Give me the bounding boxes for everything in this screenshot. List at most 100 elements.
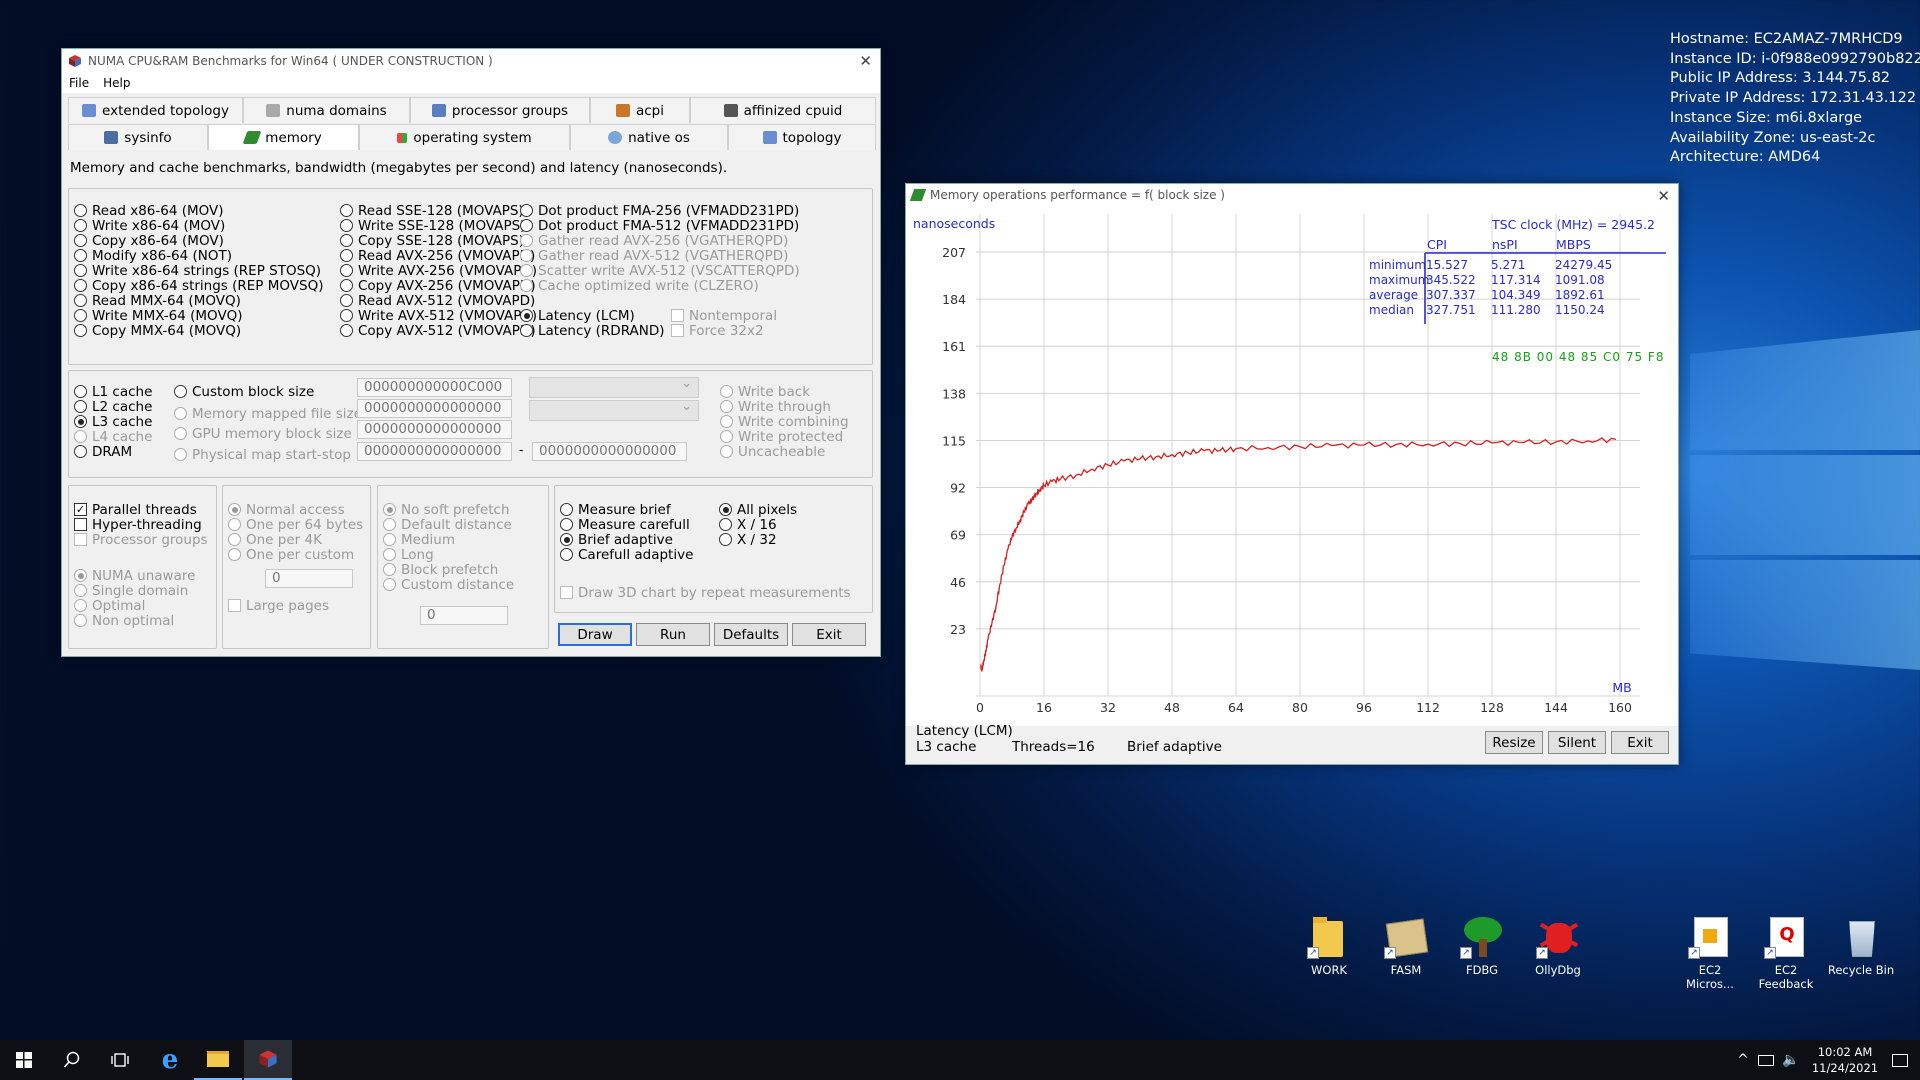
radio-button[interactable] <box>74 219 87 232</box>
desktop-icon-ollydbg[interactable]: ↗ OllyDbg <box>1523 915 1593 977</box>
desktop-icon-ec2-micros[interactable]: ↗ EC2 Micros... <box>1675 915 1745 991</box>
write-mode-option[interactable]: Uncacheable <box>720 443 825 460</box>
prefetch-option[interactable]: Custom distance <box>383 576 514 593</box>
desktop-icon-fdbg[interactable]: ↗ FDBG <box>1447 915 1517 977</box>
radio-button[interactable] <box>520 249 533 262</box>
radio-button[interactable] <box>228 503 241 516</box>
block-size-field[interactable]: 0000000000000000 <box>357 420 512 439</box>
radio-button[interactable] <box>340 219 353 232</box>
radio-button[interactable] <box>228 533 241 546</box>
checkbox[interactable] <box>671 309 684 322</box>
taskbar-internet-explorer[interactable]: e <box>146 1040 194 1080</box>
radio-button[interactable] <box>74 584 87 597</box>
radio-button[interactable] <box>719 518 732 531</box>
volume-control[interactable]: 🔈 <box>1780 1040 1802 1080</box>
exit-button[interactable]: Exit <box>792 623 866 646</box>
radio-button[interactable] <box>383 563 396 576</box>
radio-button[interactable] <box>74 385 87 398</box>
radio-button[interactable] <box>74 234 87 247</box>
radio-button[interactable] <box>74 309 87 322</box>
block-option[interactable]: Memory mapped file size <box>174 405 362 422</box>
radio-button[interactable] <box>520 234 533 247</box>
network-status[interactable] <box>1754 1040 1778 1080</box>
radio-button[interactable] <box>719 533 732 546</box>
radio-button[interactable] <box>560 503 573 516</box>
radio-button[interactable] <box>560 533 573 546</box>
op-option[interactable]: Copy MMX-64 (MOVQ) <box>74 322 241 339</box>
radio-button[interactable] <box>383 533 396 546</box>
radio-button[interactable] <box>520 264 533 277</box>
draw-3d-checkbox[interactable]: Draw 3D chart by repeat measurements <box>560 584 851 601</box>
block-size-field[interactable]: 0000000000000000 <box>357 399 512 418</box>
menu-file[interactable]: File <box>69 76 89 90</box>
tab-numa-domains[interactable]: numa domains <box>243 97 410 123</box>
radio-button[interactable] <box>340 249 353 262</box>
radio-button[interactable] <box>383 518 396 531</box>
radio-button[interactable] <box>520 324 533 337</box>
radio-button[interactable] <box>383 578 396 591</box>
block-combo-1[interactable] <box>529 376 699 398</box>
op-option[interactable]: Copy AVX-512 (VMOVAPD) <box>340 322 536 339</box>
radio-button[interactable] <box>383 503 396 516</box>
radio-button[interactable] <box>340 279 353 292</box>
radio-button[interactable] <box>520 219 533 232</box>
radio-button[interactable] <box>520 309 533 322</box>
desktop-icon-fasm[interactable]: ↗ FASM <box>1371 915 1441 977</box>
radio-button[interactable] <box>228 518 241 531</box>
desktop-icon-work[interactable]: ↗ WORK <box>1294 915 1364 977</box>
radio-button[interactable] <box>340 294 353 307</box>
checkbox[interactable] <box>74 518 87 531</box>
desktop-icon-recycle-bin[interactable]: Recycle Bin <box>1826 915 1896 977</box>
defaults-button[interactable]: Defaults <box>714 623 788 646</box>
op-option[interactable]: Cache optimized write (CLZERO) <box>520 277 759 294</box>
large-pages-checkbox[interactable]: Large pages <box>228 597 329 614</box>
radio-button[interactable] <box>74 614 87 627</box>
checkbox[interactable] <box>228 599 241 612</box>
checkbox[interactable] <box>671 324 684 337</box>
checkbox[interactable]: ✓ <box>74 503 87 516</box>
checkbox[interactable] <box>74 533 87 546</box>
radio-button[interactable] <box>174 407 187 420</box>
block-size-field[interactable]: 0000000000000000 <box>357 442 512 461</box>
radio-button[interactable] <box>560 518 573 531</box>
tab-memory[interactable]: memory <box>208 124 359 150</box>
resize-button[interactable]: Resize <box>1485 731 1543 754</box>
radio-button[interactable] <box>74 249 87 262</box>
radio-button[interactable] <box>720 430 733 443</box>
notification-center[interactable] <box>1880 1040 1920 1080</box>
processor-groups-checkbox[interactable]: Processor groups <box>74 531 208 548</box>
measure-option[interactable]: Carefull adaptive <box>560 546 693 563</box>
numa-option[interactable]: Non optimal <box>74 612 174 629</box>
access-custom-field[interactable]: 0 <box>265 569 353 588</box>
radio-button[interactable] <box>383 548 396 561</box>
radio-button[interactable] <box>174 385 187 398</box>
desktop-icon-ec2-feedback[interactable]: Q ↗ EC2 Feedback <box>1751 915 1821 991</box>
chart-titlebar[interactable]: Memory operations performance = f( block… <box>906 184 1678 206</box>
pixels-option[interactable]: X / 32 <box>719 531 777 548</box>
tab-acpi[interactable]: acpi <box>590 97 690 123</box>
radio-button[interactable] <box>520 204 533 217</box>
radio-button[interactable] <box>74 430 87 443</box>
tab-topology[interactable]: topology <box>728 124 876 150</box>
radio-button[interactable] <box>340 204 353 217</box>
prefetch-custom-field[interactable]: 0 <box>420 606 508 625</box>
force-32x2-checkbox[interactable]: Force 32x2 <box>671 322 764 339</box>
checkbox[interactable] <box>560 586 573 599</box>
radio-button[interactable] <box>560 548 573 561</box>
radio-button[interactable] <box>720 445 733 458</box>
chart-exit-button[interactable]: Exit <box>1611 731 1669 754</box>
menu-help[interactable]: Help <box>103 76 130 90</box>
radio-button[interactable] <box>340 309 353 322</box>
tab-processor-groups[interactable]: processor groups <box>410 97 590 123</box>
radio-button[interactable] <box>340 234 353 247</box>
radio-button[interactable] <box>720 415 733 428</box>
block-option[interactable]: Physical map start-stop <box>174 446 351 463</box>
search-button[interactable] <box>48 1040 96 1080</box>
radio-button[interactable] <box>74 569 87 582</box>
block-combo-2[interactable] <box>529 399 699 421</box>
block-size-field[interactable]: 000000000000C000 <box>357 378 512 397</box>
radio-button[interactable] <box>74 294 87 307</box>
main-titlebar[interactable]: NUMA CPU&RAM Benchmarks for Win64 ( UNDE… <box>62 49 880 73</box>
radio-button[interactable] <box>340 264 353 277</box>
radio-button[interactable] <box>720 400 733 413</box>
